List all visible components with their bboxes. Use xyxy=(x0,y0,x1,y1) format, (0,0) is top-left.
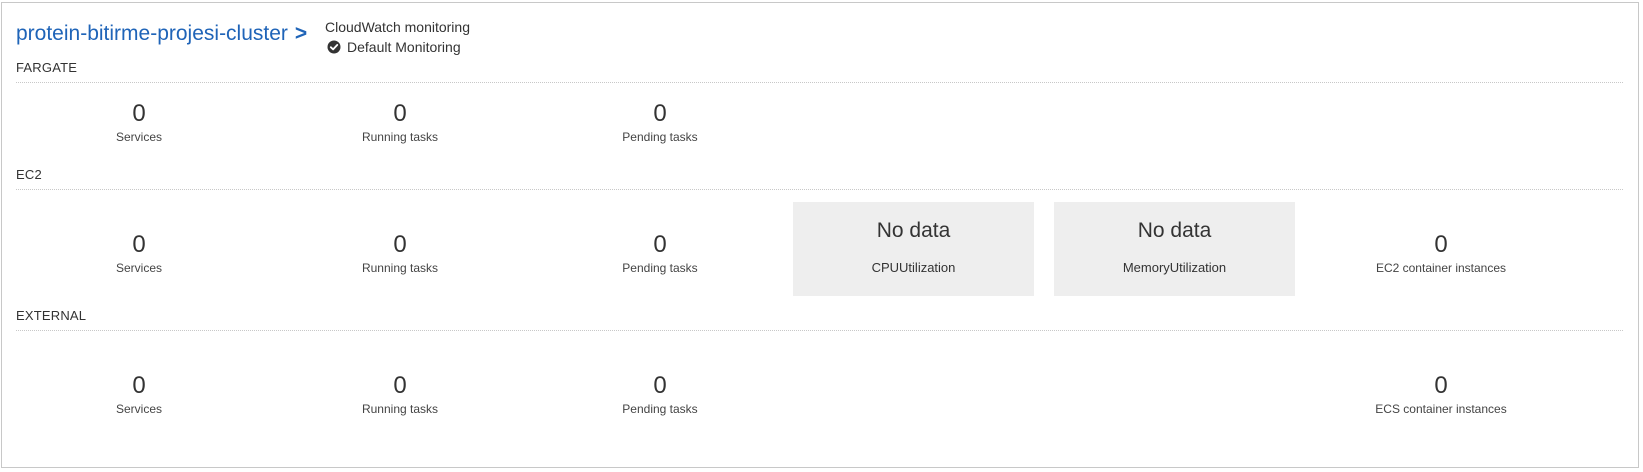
metric-value: 0 xyxy=(393,372,407,399)
metric-label: Running tasks xyxy=(361,261,439,275)
metric-value: 0 xyxy=(1434,372,1448,399)
memory-utilization-tile[interactable]: No data MemoryUtilization xyxy=(1054,202,1295,296)
metric-value: 0 xyxy=(653,231,667,258)
metric-label: Services xyxy=(115,261,162,275)
cluster-name: protein-bitirme-projesi-cluster xyxy=(16,22,288,45)
section-divider xyxy=(16,82,1623,83)
metric-value: 0 xyxy=(132,372,146,399)
metric-label: Pending tasks xyxy=(622,402,698,416)
section-divider xyxy=(16,330,1623,331)
metric-value: 0 xyxy=(132,231,146,258)
ecs-container-instances-metric: 0 ECS container instances xyxy=(1321,372,1561,417)
section-label-external: EXTERNAL xyxy=(16,308,87,323)
external-pending-tasks-metric: 0 Pending tasks xyxy=(540,372,780,417)
metric-value: 0 xyxy=(1434,231,1448,258)
metric-value: 0 xyxy=(653,372,667,399)
tile-value: No data xyxy=(876,219,951,242)
cloudwatch-label: CloudWatch monitoring xyxy=(325,19,470,35)
metric-label: Services xyxy=(115,402,162,416)
metric-value: 0 xyxy=(132,100,146,127)
fargate-running-tasks-metric: 0 Running tasks xyxy=(280,100,520,145)
section-label-ec2: EC2 xyxy=(16,167,42,182)
cluster-name-link[interactable]: protein-bitirme-projesi-cluster > xyxy=(16,22,307,46)
cloudwatch-monitoring: CloudWatch monitoring Default Monitoring xyxy=(325,19,470,55)
metric-value: 0 xyxy=(393,100,407,127)
tile-label: CPUUtilization xyxy=(871,260,956,275)
metric-label: Services xyxy=(115,130,162,144)
check-circle-icon xyxy=(327,40,341,54)
metric-label: EC2 container instances xyxy=(1375,261,1507,275)
metric-value: 0 xyxy=(653,100,667,127)
metric-label: ECS container instances xyxy=(1375,402,1507,416)
cpu-utilization-tile[interactable]: No data CPUUtilization xyxy=(793,202,1034,296)
fargate-services-metric: 0 Services xyxy=(19,100,259,145)
metric-value: 0 xyxy=(393,231,407,258)
ec2-pending-tasks-metric: 0 Pending tasks xyxy=(540,231,780,276)
metric-label: Running tasks xyxy=(361,130,439,144)
section-label-fargate: FARGATE xyxy=(16,60,78,75)
metric-label: Running tasks xyxy=(361,402,439,416)
external-running-tasks-metric: 0 Running tasks xyxy=(280,372,520,417)
external-services-metric: 0 Services xyxy=(19,372,259,417)
chevron-right-icon: > xyxy=(294,22,308,45)
metric-label: Pending tasks xyxy=(622,261,698,275)
cloudwatch-status-text: Default Monitoring xyxy=(347,39,461,55)
ec2-running-tasks-metric: 0 Running tasks xyxy=(280,231,520,276)
cloudwatch-status: Default Monitoring xyxy=(327,39,470,55)
metric-label: Pending tasks xyxy=(622,130,698,144)
ec2-services-metric: 0 Services xyxy=(19,231,259,276)
fargate-pending-tasks-metric: 0 Pending tasks xyxy=(540,100,780,145)
ec2-container-instances-metric: 0 EC2 container instances xyxy=(1321,231,1561,276)
section-divider xyxy=(16,189,1623,190)
tile-value: No data xyxy=(1137,219,1212,242)
tile-label: MemoryUtilization xyxy=(1122,260,1227,275)
